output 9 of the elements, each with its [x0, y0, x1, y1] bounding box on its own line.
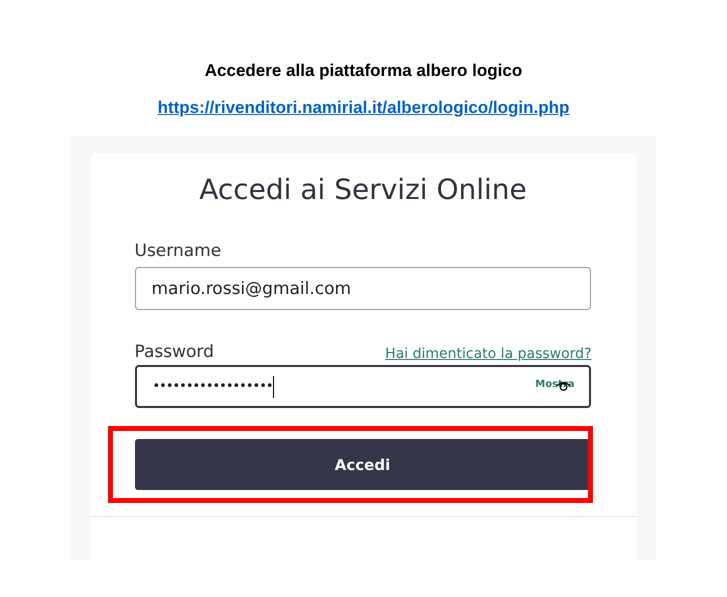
url-link[interactable]: https://rivenditori.namirial.it/alberologico/login.php [158, 98, 570, 118]
card-title: Accedi ai Servizi Online [198, 173, 528, 206]
field-label: Password [134, 342, 214, 362]
login-button[interactable]: Accedi [134, 439, 590, 490]
forgot-password-link[interactable]: Hai dimenticato la password? [385, 346, 592, 362]
field-label: Username [134, 241, 222, 261]
page-heading: Accedere alla piattaforma albero logico [204, 61, 522, 81]
text-cursor [272, 376, 274, 398]
username-field[interactable]: mario.rossi@gmail.com [134, 267, 590, 310]
